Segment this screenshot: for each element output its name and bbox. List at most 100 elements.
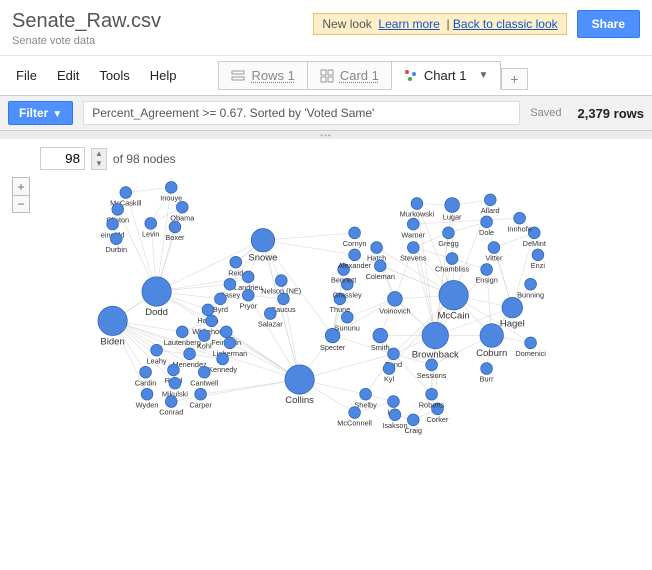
graph-node[interactable]: Biden xyxy=(98,306,127,347)
filter-button[interactable]: Filter ▼ xyxy=(8,101,73,125)
graph-node[interactable]: McConnell xyxy=(337,407,372,428)
graph-node[interactable]: Nelson (NE) xyxy=(261,275,301,296)
graph-node[interactable]: Warner xyxy=(401,218,425,239)
graph-node[interactable]: Dole xyxy=(479,216,494,237)
graph-node[interactable]: Murkowski xyxy=(400,198,435,219)
svg-text:Innhofe: Innhofe xyxy=(507,224,531,233)
graph-node[interactable]: Dodd xyxy=(142,277,171,318)
graph-node[interactable]: Snowe xyxy=(248,228,277,263)
svg-text:Coleman: Coleman xyxy=(366,272,395,281)
divider-handle[interactable]: ••• xyxy=(0,131,652,139)
menu-help[interactable]: Help xyxy=(142,64,185,87)
tab-card[interactable]: Card 1 xyxy=(307,61,391,90)
learn-more-link[interactable]: Learn more xyxy=(378,17,439,31)
svg-text:Hagel: Hagel xyxy=(500,319,525,330)
tab-rows[interactable]: Rows 1 xyxy=(218,61,306,90)
graph-node[interactable]: Innhofe xyxy=(507,212,531,233)
svg-text:Coburn: Coburn xyxy=(476,348,507,359)
graph-node[interactable]: Reid xyxy=(228,256,243,277)
svg-text:Bennett: Bennett xyxy=(331,276,356,285)
graph-node[interactable]: Carper xyxy=(189,388,212,409)
filter-expression[interactable]: Percent_Agreement >= 0.67. Sorted by 'Vo… xyxy=(83,101,520,125)
svg-text:Sununu: Sununu xyxy=(335,323,360,332)
graph-node[interactable]: Allard xyxy=(481,194,500,215)
graph-node[interactable]: Bunning xyxy=(517,278,544,299)
back-classic-link[interactable]: Back to classic look xyxy=(453,17,558,31)
svg-text:Dodd: Dodd xyxy=(145,307,168,318)
menu-tools[interactable]: Tools xyxy=(91,64,137,87)
graph-node[interactable]: Isakson xyxy=(382,409,407,430)
svg-text:Burr: Burr xyxy=(480,375,494,384)
svg-text:Kyl: Kyl xyxy=(384,375,395,384)
share-button[interactable]: Share xyxy=(577,10,640,38)
card-icon xyxy=(320,69,334,83)
tab-add[interactable]: + xyxy=(501,68,527,90)
graph-node[interactable]: Conrad xyxy=(159,396,183,417)
svg-text:Allard: Allard xyxy=(481,206,500,215)
svg-text:Wyden: Wyden xyxy=(136,400,159,409)
svg-text:Leahy: Leahy xyxy=(147,356,167,365)
graph-node[interactable]: Enzi xyxy=(531,249,546,270)
tab-chart[interactable]: Chart 1 ▼ xyxy=(391,61,502,90)
graph-node[interactable]: McCain xyxy=(437,281,469,322)
document-title: Senate_Raw.csv xyxy=(12,10,161,33)
graph-node[interactable]: Lugar xyxy=(443,198,462,222)
document-subtitle: Senate vote data xyxy=(12,35,161,47)
svg-text:Ensign: Ensign xyxy=(475,276,497,285)
graph-node[interactable]: Smith xyxy=(371,328,390,352)
network-graph[interactable]: ▲▼ of 98 nodes + − McCaskillClintoneingo… xyxy=(0,139,652,557)
graph-node[interactable]: Kyl xyxy=(383,363,395,384)
chevron-down-icon: ▼ xyxy=(52,109,62,120)
graph-node[interactable]: Shelby xyxy=(354,388,377,409)
graph-node[interactable]: Hagel xyxy=(500,297,525,329)
svg-text:McConnell: McConnell xyxy=(337,419,372,428)
svg-text:Stevens: Stevens xyxy=(400,254,427,263)
graph-node[interactable]: Obama xyxy=(170,201,195,222)
graph-node[interactable]: Roberts xyxy=(419,388,445,409)
graph-node[interactable]: Levin xyxy=(142,217,160,238)
row-count: 2,379 rows xyxy=(578,106,645,121)
graph-node[interactable]: Brownback xyxy=(412,322,459,360)
svg-text:Durbin: Durbin xyxy=(105,245,127,254)
svg-text:Kennedy: Kennedy xyxy=(208,365,237,374)
graph-node[interactable]: Leahy xyxy=(147,344,167,365)
svg-text:Cantwell: Cantwell xyxy=(190,378,218,387)
graph-node[interactable]: Gregg xyxy=(438,227,458,248)
svg-text:Craig: Craig xyxy=(405,426,423,435)
svg-text:Carper: Carper xyxy=(189,400,212,409)
menu-edit[interactable]: Edit xyxy=(49,64,87,87)
svg-text:Reid: Reid xyxy=(228,268,243,277)
svg-text:Inouye: Inouye xyxy=(160,194,182,203)
svg-text:Domenici: Domenici xyxy=(515,349,546,358)
svg-text:Gregg: Gregg xyxy=(438,239,458,248)
graph-node[interactable]: Inouye xyxy=(160,182,182,203)
graph-node[interactable]: Cardin xyxy=(135,366,157,387)
filter-button-label: Filter xyxy=(19,106,48,120)
graph-node[interactable]: Wyden xyxy=(136,388,159,409)
svg-text:Snowe: Snowe xyxy=(248,253,277,264)
rows-icon xyxy=(231,69,245,83)
graph-node[interactable]: Boxer xyxy=(165,221,185,242)
graph-node[interactable]: Voinovich xyxy=(379,292,410,316)
svg-text:Boxer: Boxer xyxy=(165,233,185,242)
graph-node[interactable]: Collins xyxy=(285,365,314,406)
graph-node[interactable]: Chambliss xyxy=(435,253,470,274)
svg-text:Roberts: Roberts xyxy=(419,400,445,409)
tab-card-label: Card 1 xyxy=(340,68,379,83)
svg-text:Thune: Thune xyxy=(330,305,351,314)
svg-text:Smith: Smith xyxy=(371,343,390,352)
svg-text:Brownback: Brownback xyxy=(412,350,459,361)
graph-node[interactable]: Pryor xyxy=(240,289,258,310)
graph-node[interactable]: Domenici xyxy=(515,337,546,358)
saved-status: Saved xyxy=(530,107,561,119)
graph-node[interactable]: Burr xyxy=(480,363,494,384)
chevron-down-icon: ▼ xyxy=(479,70,489,81)
menu-file[interactable]: File xyxy=(8,64,45,87)
svg-text:Bunning: Bunning xyxy=(517,290,544,299)
graph-node[interactable]: Cornyn xyxy=(343,227,367,248)
svg-text:Collins: Collins xyxy=(285,395,314,406)
svg-text:Pryor: Pryor xyxy=(240,301,258,310)
chart-icon xyxy=(404,69,418,83)
svg-text:Lugar: Lugar xyxy=(443,213,462,222)
graph-node[interactable]: Hatch xyxy=(367,242,386,263)
